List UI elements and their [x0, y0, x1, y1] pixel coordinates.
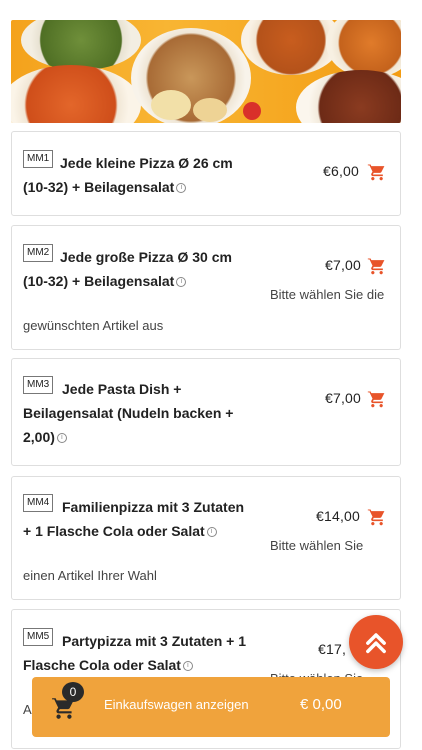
item-title-line3: 2,00) i — [23, 425, 283, 449]
scroll-to-top-button[interactable] — [349, 615, 403, 669]
item-title: Jede Pasta Dish + — [62, 381, 182, 397]
item-price: €14,00 — [316, 508, 361, 524]
item-title: Jede kleine Pizza Ø 26 cm — [60, 155, 233, 171]
selection-hint-line2: A — [23, 702, 32, 717]
selection-hint-line2: einen Artikel Ihrer Wahl — [23, 568, 157, 583]
menu-item-card[interactable]: MM2 Jede große Pizza Ø 30 cm (10-32) + B… — [11, 225, 401, 350]
add-to-cart-icon[interactable] — [367, 162, 387, 182]
selection-hint-line2: gewünschten Artikel aus — [23, 318, 164, 333]
item-price: €6,00 — [323, 163, 360, 179]
item-title: Jede große Pizza Ø 30 cm — [60, 249, 232, 265]
item-title-line2: Beilagensalat (Nudeln backen + — [23, 405, 234, 421]
item-title-line2: Flasche Cola oder Salat i — [23, 653, 283, 677]
item-title-line2: (10-32) + Beilagensalat i — [23, 269, 283, 293]
item-code: MM2 — [23, 244, 54, 262]
food-banner-image — [11, 20, 401, 123]
selection-hint: Bitte wählen Sie die — [270, 287, 385, 302]
selection-hint: Bitte wählen Sie — [270, 538, 364, 553]
add-to-cart-icon[interactable] — [367, 507, 387, 527]
item-title: Familienpizza mit 3 Zutaten — [62, 499, 245, 515]
add-to-cart-icon[interactable] — [367, 389, 387, 409]
info-icon[interactable]: i — [176, 277, 187, 288]
menu-item-card[interactable]: MM1 Jede kleine Pizza Ø 26 cm (10-32) + … — [11, 131, 401, 216]
item-code: MM5 — [23, 628, 54, 646]
info-icon[interactable]: i — [206, 527, 217, 538]
item-title: Partypizza mit 3 Zutaten + 1 — [62, 633, 246, 649]
item-title-line2: (10-32) + Beilagensalat i — [23, 175, 283, 199]
menu-item-card[interactable]: MM4 Familienpizza mit 3 Zutaten + 1 Flas… — [11, 476, 401, 600]
menu-item-card[interactable]: MM3 Jede Pasta Dish + Beilagensalat (Nud… — [11, 358, 401, 466]
item-code: MM4 — [23, 494, 54, 512]
cart-total: € 0,00 — [300, 696, 342, 713]
view-cart-button[interactable]: 0 Einkaufswagen anzeigen € 0,00 — [32, 677, 390, 737]
item-price: €17, — [318, 641, 347, 657]
double-chevron-up-icon — [366, 633, 386, 654]
add-to-cart-icon[interactable] — [367, 256, 387, 276]
info-icon[interactable]: i — [176, 183, 187, 194]
cart-count-badge: 0 — [62, 682, 84, 702]
info-icon[interactable]: i — [182, 661, 193, 672]
info-icon[interactable]: i — [56, 433, 67, 444]
view-cart-label: Einkaufswagen anzeigen — [104, 697, 249, 712]
item-price: €7,00 — [325, 390, 362, 406]
item-title-line2: + 1 Flasche Cola oder Salat i — [23, 519, 283, 543]
item-code: MM3 — [23, 376, 54, 394]
item-code: MM1 — [23, 150, 54, 168]
item-price: €7,00 — [325, 257, 362, 273]
